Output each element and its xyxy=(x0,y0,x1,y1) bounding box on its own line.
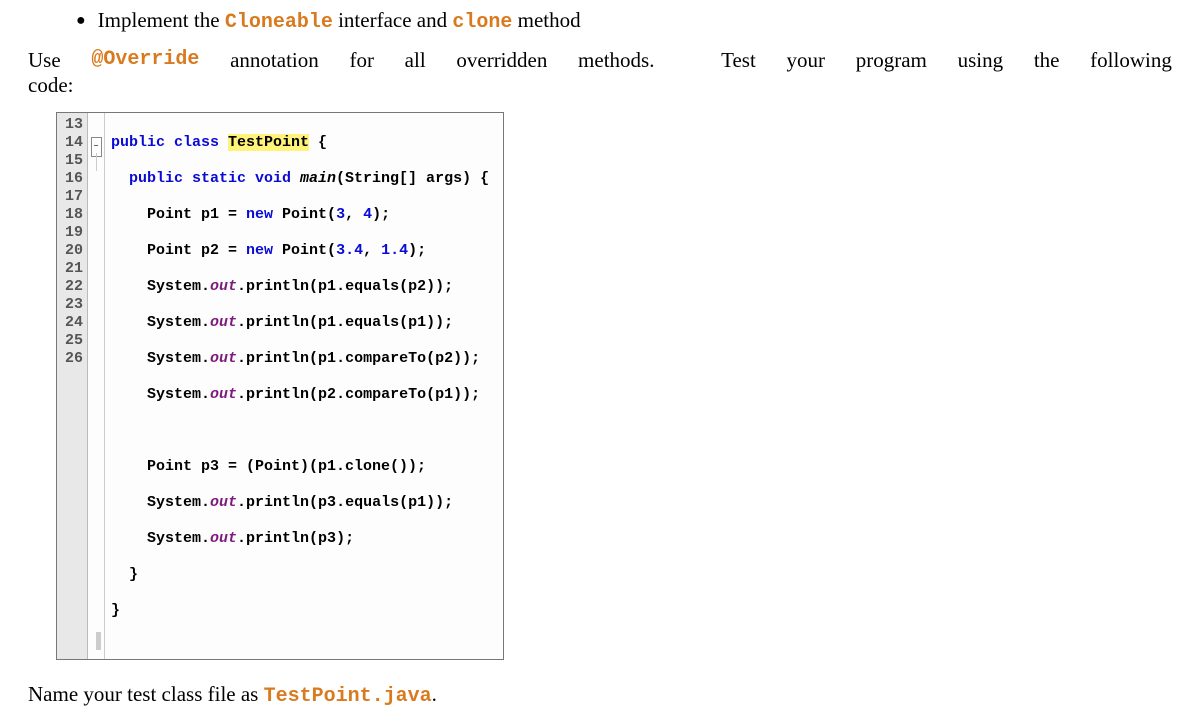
w: methods. xyxy=(578,48,654,73)
code-content: public class TestPoint { public static v… xyxy=(105,113,503,659)
para-override: Use @Override annotation for all overrid… xyxy=(28,48,1172,98)
line-num: 19 xyxy=(61,224,83,242)
line1: Use @Override annotation for all overrid… xyxy=(28,48,1172,73)
line-num: 21 xyxy=(61,260,83,278)
code-line: System.out.println(p3); xyxy=(111,530,489,548)
line-num: 20 xyxy=(61,242,83,260)
code-line: public static void main(String[] args) { xyxy=(111,170,489,188)
line-num: 17 xyxy=(61,188,83,206)
code-line: System.out.println(p3.equals(p1)); xyxy=(111,494,489,512)
code-line: Point p3 = (Point)(p1.clone()); xyxy=(111,458,489,476)
w: program xyxy=(856,48,927,73)
line-num: 22 xyxy=(61,278,83,296)
line-num: 24 xyxy=(61,314,83,332)
line-num: 13 xyxy=(61,116,83,134)
closing-text: Name your test class file as TestPoint.j… xyxy=(28,682,1172,708)
code-line: Point p1 = new Point(3, 4); xyxy=(111,206,489,224)
code-block: 13 14 15 16 17 18 19 20 21 22 23 24 25 2… xyxy=(56,112,504,660)
w: overridden xyxy=(456,48,547,73)
code-box: 13 14 15 16 17 18 19 20 21 22 23 24 25 2… xyxy=(56,112,504,660)
fold-gutter: − xyxy=(88,113,105,659)
code-line: System.out.println(p1.equals(p1)); xyxy=(111,314,489,332)
text: Name your test class file as xyxy=(28,682,264,706)
fold-end xyxy=(96,632,101,650)
bullet-dot: ● xyxy=(76,13,86,29)
w: the xyxy=(1034,48,1060,73)
w: Test xyxy=(721,48,756,73)
w: your xyxy=(787,48,826,73)
code-cloneable: Cloneable xyxy=(225,11,333,34)
line-num: 23 xyxy=(61,296,83,314)
w: for xyxy=(349,48,374,73)
line-num: 25 xyxy=(61,332,83,350)
w: all xyxy=(405,48,426,73)
line-num: 14 xyxy=(61,134,83,152)
line-num: 16 xyxy=(61,170,83,188)
code-line: } xyxy=(111,566,489,584)
line-num: 18 xyxy=(61,206,83,224)
text: interface and xyxy=(333,8,453,32)
code-clone: clone xyxy=(452,11,512,34)
bullet-text: Implement the Cloneable interface and cl… xyxy=(98,8,581,34)
code-line: System.out.println(p1.equals(p2)); xyxy=(111,278,489,296)
w: following xyxy=(1090,48,1172,73)
bullet-item: ● Implement the Cloneable interface and … xyxy=(76,8,1172,34)
line2: code: xyxy=(28,73,1172,98)
text: method xyxy=(512,8,580,32)
w: code: xyxy=(28,73,73,97)
code-line: } xyxy=(111,602,489,620)
line-number-gutter: 13 14 15 16 17 18 19 20 21 22 23 24 25 2… xyxy=(57,113,88,659)
line-num: 15 xyxy=(61,152,83,170)
code-override: @Override xyxy=(91,48,199,73)
code-line: System.out.println(p1.compareTo(p2)); xyxy=(111,350,489,368)
text: Implement the xyxy=(98,8,225,32)
code-line: public class TestPoint { xyxy=(111,134,489,152)
w: annotation xyxy=(230,48,319,73)
page: ● Implement the Cloneable interface and … xyxy=(0,8,1200,718)
w: Use xyxy=(28,48,61,73)
fold-line xyxy=(96,153,97,171)
code-line: Point p2 = new Point(3.4, 1.4); xyxy=(111,242,489,260)
code-line xyxy=(111,422,489,440)
code-filename: TestPoint.java xyxy=(264,685,432,708)
line-num: 26 xyxy=(61,350,83,368)
text: . xyxy=(432,682,437,706)
w: using xyxy=(958,48,1004,73)
code-line: System.out.println(p2.compareTo(p1)); xyxy=(111,386,489,404)
